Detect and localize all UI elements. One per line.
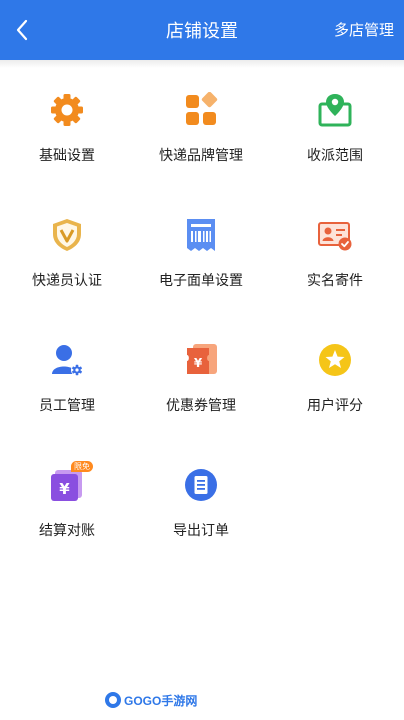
- barcode-receipt-icon: [183, 217, 219, 253]
- watermark-logo-icon: [105, 692, 121, 708]
- grid-item-label: 电子面单设置: [159, 272, 243, 288]
- chevron-left-icon: [16, 19, 28, 41]
- grid-item-coupon-management[interactable]: ¥ 优惠券管理: [134, 342, 268, 467]
- brand-blocks-icon: [183, 91, 219, 128]
- grid-item-label: 快递品牌管理: [159, 147, 243, 163]
- grid-item-courier-certification[interactable]: 快递员认证: [0, 217, 134, 342]
- map-pin-icon: [317, 92, 353, 128]
- header-shadow: [0, 60, 404, 68]
- settings-grid: 基础设置 快递品牌管理 收派范围 快递员认证 电子面单设置 实名寄件 员工管理 …: [0, 91, 404, 592]
- shield-v-icon: [49, 217, 85, 253]
- svg-text:¥: ¥: [59, 480, 70, 498]
- svg-text:¥: ¥: [194, 356, 203, 370]
- grid-item-label: 优惠券管理: [166, 397, 236, 413]
- grid-item-staff-management[interactable]: 员工管理: [0, 342, 134, 467]
- header-bar: 店铺设置 多店管理: [0, 0, 404, 60]
- multi-store-button[interactable]: 多店管理: [334, 0, 394, 60]
- coupon-icon: ¥: [183, 342, 219, 378]
- grid-item-export-orders[interactable]: 导出订单: [134, 467, 268, 592]
- document-list-icon: [183, 467, 219, 503]
- grid-item-user-rating[interactable]: 用户评分: [268, 342, 402, 467]
- grid-item-e-waybill[interactable]: 电子面单设置: [134, 217, 268, 342]
- grid-item-label: 结算对账: [39, 522, 95, 538]
- grid-item-courier-brand[interactable]: 快递品牌管理: [134, 91, 268, 217]
- star-icon: [317, 342, 353, 378]
- grid-item-settlement-reconciliation[interactable]: ¥ 限免 结算对账: [0, 461, 134, 592]
- grid-item-label: 员工管理: [39, 397, 95, 413]
- grid-item-label: 收派范围: [307, 147, 363, 163]
- grid-item-real-name-shipping[interactable]: 实名寄件: [268, 217, 402, 342]
- grid-item-label: 导出订单: [173, 522, 229, 538]
- grid-item-label: 用户评分: [307, 397, 363, 413]
- watermark: GOGO手游网: [104, 690, 197, 710]
- back-button[interactable]: [10, 16, 34, 44]
- gear-icon: [49, 92, 85, 128]
- id-card-check-icon: [317, 217, 353, 253]
- free-badge: 限免: [71, 461, 93, 472]
- yen-wallet-icon: ¥ 限免: [49, 461, 93, 503]
- watermark-text: GOGO手游网: [124, 693, 198, 708]
- grid-item-label: 快递员认证: [32, 272, 102, 288]
- grid-item-basic-settings[interactable]: 基础设置: [0, 92, 134, 217]
- grid-item-delivery-range[interactable]: 收派范围: [268, 92, 402, 217]
- staff-gear-icon: [49, 342, 85, 378]
- grid-item-label: 实名寄件: [307, 272, 363, 288]
- grid-item-label: 基础设置: [39, 147, 95, 163]
